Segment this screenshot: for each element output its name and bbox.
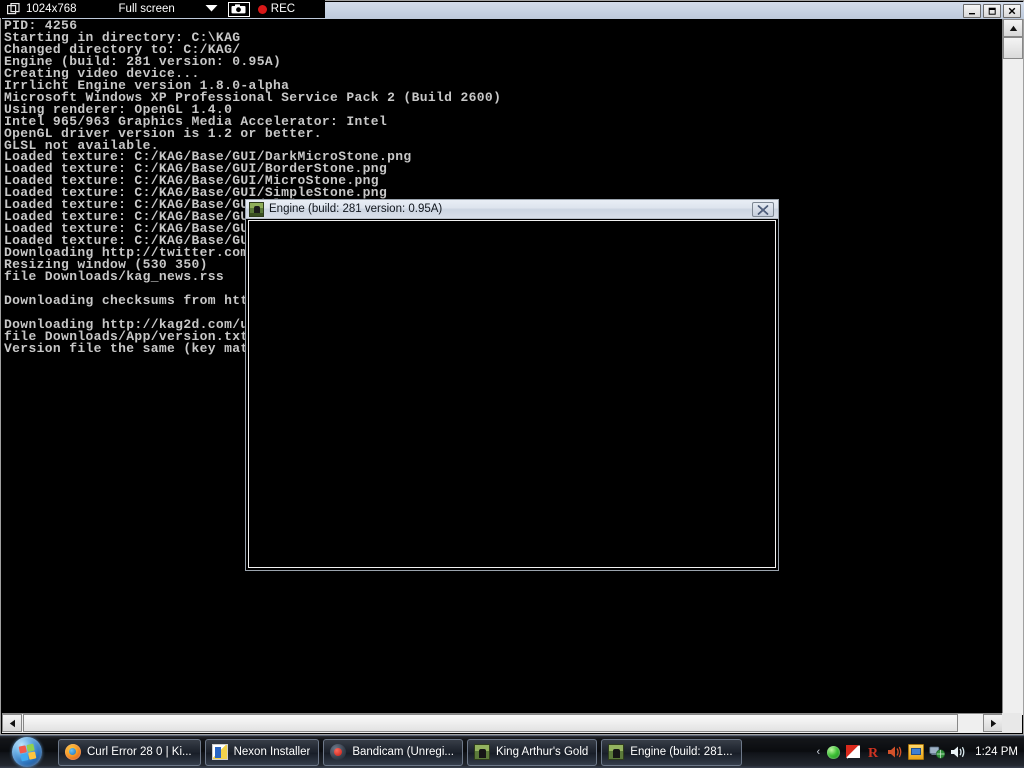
engine-window-title: Engine (build: 281 version: 0.95A) xyxy=(269,203,443,215)
nexon-installer-icon xyxy=(211,744,228,760)
tray-expand-chevron-icon[interactable]: ‹ xyxy=(815,746,823,758)
kaspersky-icon[interactable] xyxy=(845,744,861,760)
bandicam-overlay-bar[interactable]: 1024x768 Full screen REC xyxy=(0,0,325,18)
desktop-screen: PID: 4256 Starting in directory: C:\KAG … xyxy=(0,0,1024,768)
bandicam-rec-indicator[interactable]: REC xyxy=(257,3,296,15)
start-button[interactable] xyxy=(0,736,54,768)
update-notice-icon[interactable] xyxy=(908,744,925,760)
tray-clock[interactable]: 1:24 PM xyxy=(975,746,1018,758)
kag-app-icon xyxy=(249,201,264,217)
taskbar-item-firefox[interactable]: Curl Error 28 0 | Ki... xyxy=(58,738,201,766)
horizontal-scroll-thumb[interactable] xyxy=(23,714,958,732)
close-button[interactable] xyxy=(1003,3,1021,18)
svg-text:R: R xyxy=(868,746,879,760)
maximize-button[interactable] xyxy=(983,3,1001,18)
engine-render-canvas[interactable] xyxy=(248,220,776,568)
console-vertical-scrollbar[interactable] xyxy=(1002,19,1023,715)
firefox-icon xyxy=(65,744,81,760)
window-overlay-icon[interactable] xyxy=(4,2,22,16)
vertical-scroll-track[interactable] xyxy=(1003,59,1023,715)
camera-icon[interactable] xyxy=(227,1,250,17)
taskbar-item-label: Nexon Installer xyxy=(233,746,311,758)
green-status-icon[interactable] xyxy=(827,745,841,759)
scrollbar-corner xyxy=(1002,713,1022,733)
taskbar-item-label: Engine (build: 281... xyxy=(630,746,733,758)
windows-start-orb-icon xyxy=(12,737,42,767)
scroll-up-arrow-icon[interactable] xyxy=(1003,19,1023,37)
record-dot-icon xyxy=(257,4,267,14)
taskbar-item-nexon-installer[interactable]: Nexon Installer xyxy=(204,738,320,766)
engine-close-button[interactable] xyxy=(752,202,774,217)
system-tray: ‹ R 1:24 PM xyxy=(815,736,1024,768)
taskbar: Curl Error 28 0 | Ki... Nexon Installer … xyxy=(0,735,1024,768)
bandicam-mode-label[interactable]: Full screen xyxy=(119,3,175,15)
taskbar-item-label: Bandicam (Unregi... xyxy=(352,746,454,758)
scroll-right-arrow-icon[interactable] xyxy=(983,714,1003,732)
scroll-left-arrow-icon[interactable] xyxy=(2,714,22,732)
minimize-button[interactable] xyxy=(963,3,981,18)
kag-icon xyxy=(608,744,625,760)
network-icon[interactable] xyxy=(929,744,946,760)
volume-icon[interactable] xyxy=(950,744,966,760)
bandicam-icon xyxy=(330,744,347,760)
taskbar-item-label: Curl Error 28 0 | Ki... xyxy=(87,746,192,758)
console-horizontal-scrollbar[interactable] xyxy=(2,713,1003,733)
taskbar-item-king-arthurs-gold[interactable]: King Arthur's Gold xyxy=(466,738,598,766)
bandicam-rec-label: REC xyxy=(270,3,296,15)
bandicam-resolution-label: 1024x768 xyxy=(26,3,77,15)
kag-icon xyxy=(473,744,490,760)
engine-titlebar[interactable]: Engine (build: 281 version: 0.95A) xyxy=(246,200,778,219)
taskbar-item-engine[interactable]: Engine (build: 281... xyxy=(601,738,742,766)
taskbar-item-label: King Arthur's Gold xyxy=(495,746,589,758)
r-app-icon[interactable]: R xyxy=(866,744,882,761)
vertical-scroll-thumb[interactable] xyxy=(1003,37,1023,59)
engine-window[interactable]: Engine (build: 281 version: 0.95A) xyxy=(245,199,779,571)
chevron-down-icon[interactable] xyxy=(205,4,218,14)
speaker-mute-icon[interactable] xyxy=(887,744,903,760)
console-window-controls xyxy=(963,3,1021,18)
taskbar-item-bandicam[interactable]: Bandicam (Unregi... xyxy=(323,738,463,766)
